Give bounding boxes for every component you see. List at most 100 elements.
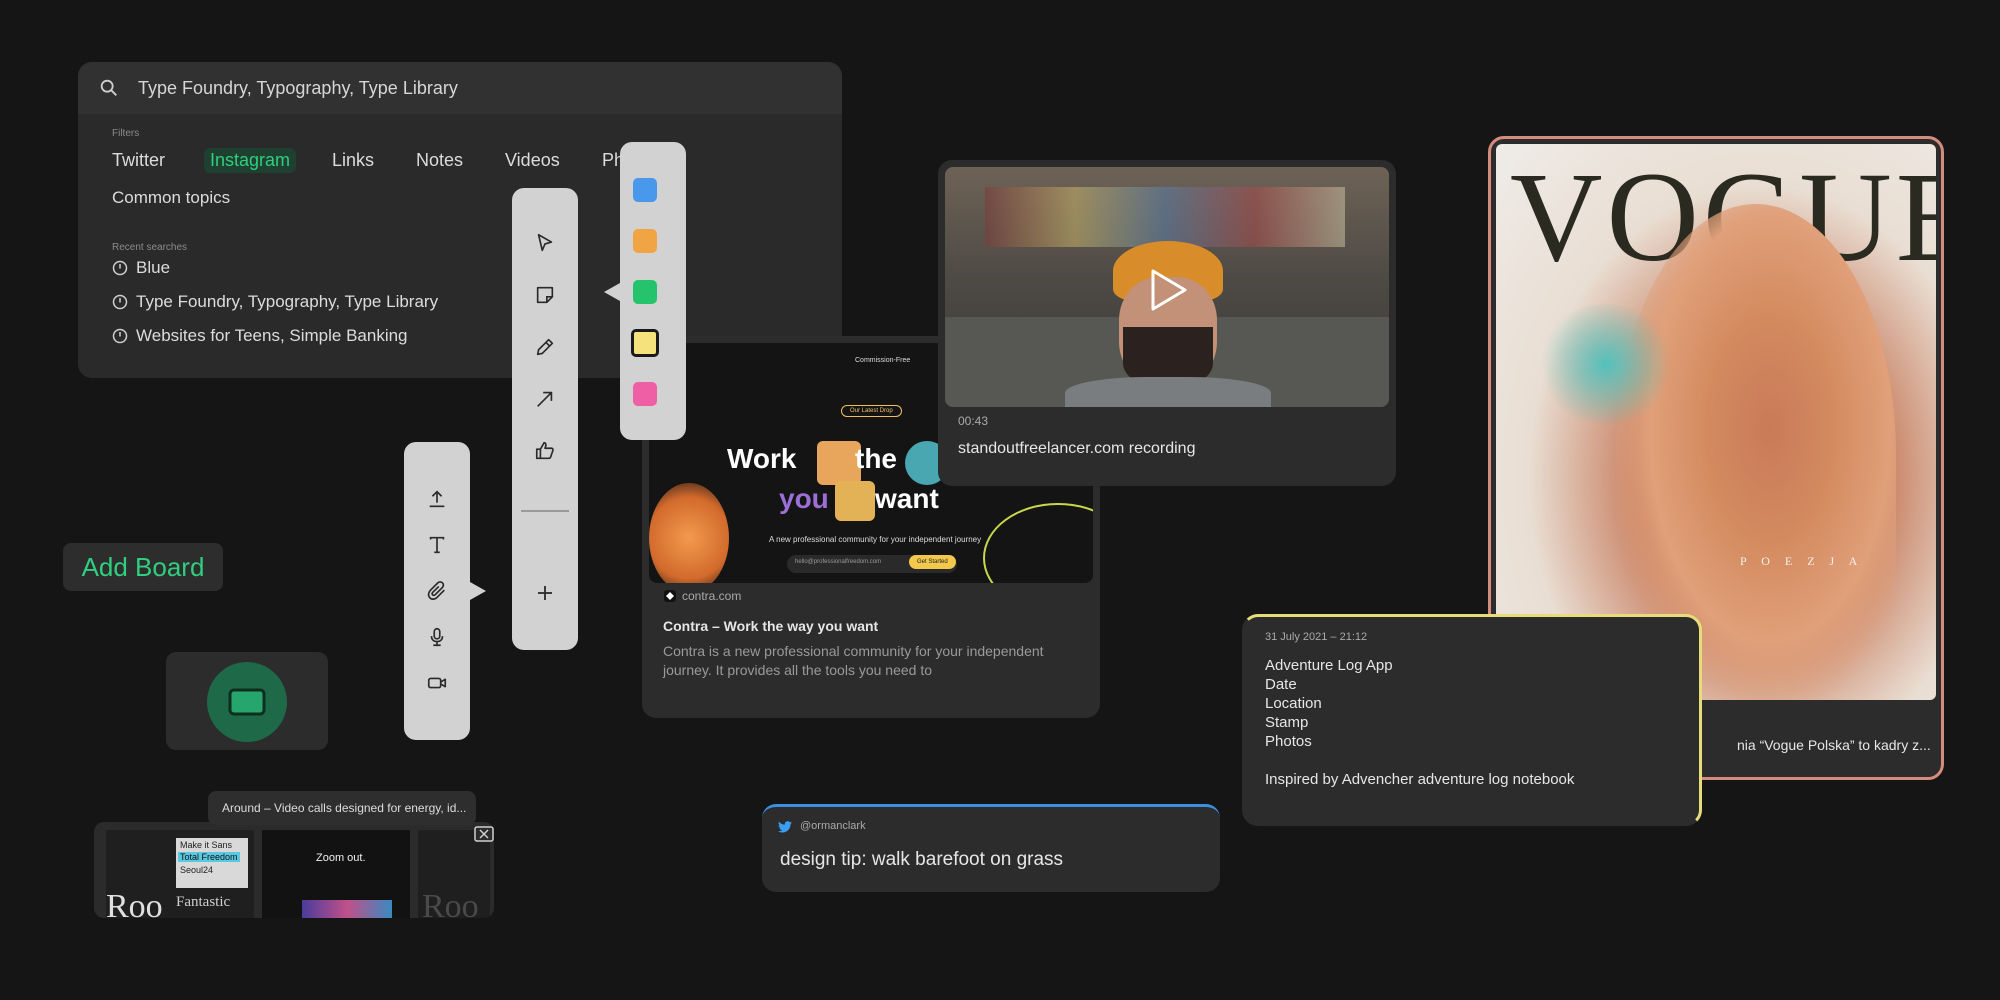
clock-icon (112, 260, 128, 276)
video-card[interactable]: 00:43 standoutfreelancer.com recording (938, 160, 1396, 486)
shirt (1065, 377, 1271, 407)
contra-headline-work: Work (727, 443, 797, 474)
recent-search-item[interactable]: Type Foundry, Typography, Type Library (112, 292, 438, 312)
sticky-note-icon (536, 286, 554, 304)
paperclip-icon (427, 581, 445, 600)
pencil-tool[interactable] (532, 334, 558, 360)
contra-headline-you: you (779, 483, 829, 514)
insert-toolbar (404, 442, 470, 740)
video-call-widget[interactable] (166, 652, 328, 750)
insert-toolbar-pointer (470, 582, 486, 600)
search-input[interactable]: Type Foundry, Typography, Type Library (138, 78, 458, 99)
filter-twitter[interactable]: Twitter (112, 150, 165, 171)
arrow-tool[interactable] (532, 386, 558, 412)
toolbar-divider (521, 510, 569, 512)
pencil-icon (536, 338, 554, 356)
recent-search-label: Type Foundry, Typography, Type Library (136, 292, 439, 311)
avatar (835, 481, 875, 521)
color-swatch-orange[interactable] (633, 229, 657, 253)
contra-headline-the: the (855, 443, 897, 474)
filter-videos[interactable]: Videos (505, 150, 560, 171)
screen-share-icon (228, 688, 266, 716)
video-duration: 00:43 (958, 414, 989, 428)
contra-headline-want: want (875, 483, 939, 514)
recent-search-label: Websites for Teens, Simple Banking (136, 326, 408, 345)
around-thumb-highlight: Total Freedom (178, 852, 240, 862)
around-link-preview[interactable]: Make it Sans Total Freedom Seoul24 Fanta… (94, 822, 494, 918)
around-thumb-3: Roo (418, 830, 490, 918)
contra-nav-item: Commission-Free (855, 357, 911, 364)
contra-subtitle: A new professional community for your in… (769, 535, 982, 544)
upload-tool[interactable] (424, 486, 450, 512)
note-timestamp: 31 July 2021 – 21:12 (1265, 631, 1368, 643)
microphone-icon (430, 627, 444, 647)
note-footer: Inspired by Advencher adventure log note… (1265, 771, 1575, 788)
cursor-icon (537, 233, 553, 252)
color-swatch-yellow-selected[interactable] (631, 329, 659, 357)
common-topics[interactable]: Common topics (112, 188, 230, 208)
arrow-icon (537, 391, 553, 407)
note-card[interactable]: 31 July 2021 – 21:12 Adventure Log App D… (1242, 614, 1702, 826)
contra-cta-button: Get Started (909, 555, 956, 569)
note-line: Adventure Log App (1265, 657, 1393, 674)
color-swatch-pink[interactable] (633, 382, 657, 406)
note-line: Stamp (1265, 714, 1309, 731)
filters-label: Filters (112, 128, 140, 139)
around-thumb-big: Roo (422, 888, 479, 918)
contra-favicon-icon (664, 590, 676, 602)
add-board-button[interactable]: Add Board (63, 543, 223, 591)
clock-icon (112, 294, 128, 310)
around-thumb-bar (302, 900, 392, 918)
around-thumb-box: Make it Sans Total Freedom Seoul24 (176, 838, 248, 888)
teal-accent (1536, 304, 1676, 424)
vogue-caption: nia “Vogue Polska” to kadry z... (1737, 737, 1931, 753)
search-icon (100, 79, 117, 96)
tweet-text: design tip: walk barefoot on grass (780, 849, 1064, 870)
cursor-tool[interactable] (532, 230, 558, 256)
color-swatch-green[interactable] (633, 280, 657, 304)
recent-searches-label: Recent searches (112, 242, 188, 253)
add-tool[interactable] (532, 580, 558, 606)
contra-description: Contra is a new professional community f… (663, 643, 1044, 678)
sticky-note-tool[interactable] (532, 282, 558, 308)
search-panel: Type Foundry, Typography, Type Library F… (78, 62, 842, 378)
contra-email-text: hello@professionalfreedom.com (795, 559, 882, 565)
filter-links[interactable]: Links (332, 150, 374, 171)
note-line: Photos (1265, 733, 1312, 750)
text-icon (429, 536, 445, 554)
around-tooltip: Around – Video calls designed for energy… (208, 791, 476, 825)
play-icon[interactable] (1141, 265, 1191, 315)
close-icon[interactable] (474, 826, 494, 842)
upload-icon (429, 490, 445, 508)
video-camera-icon (427, 677, 447, 689)
recent-search-item[interactable]: Blue (112, 258, 170, 278)
recent-search-item[interactable]: Websites for Teens, Simple Banking (112, 326, 408, 346)
contra-decor-blob (649, 483, 729, 583)
plus-icon (538, 586, 552, 600)
around-thumb-1: Make it Sans Total Freedom Seoul24 Fanta… (106, 830, 254, 918)
search-bar[interactable]: Type Foundry, Typography, Type Library (78, 62, 842, 114)
reaction-tool[interactable] (532, 438, 558, 464)
recent-search-label: Blue (136, 258, 171, 277)
tweet-card[interactable]: @ormanclark design tip: walk barefoot on… (762, 804, 1220, 892)
voice-tool[interactable] (424, 624, 450, 650)
text-tool[interactable] (424, 532, 450, 558)
video-tool[interactable] (424, 670, 450, 696)
contra-decor-ring (983, 503, 1093, 583)
around-thumb-bottom: Fantastic (176, 894, 231, 910)
video-thumbnail[interactable] (945, 167, 1389, 407)
color-swatch-blue[interactable] (633, 178, 657, 202)
note-line: Date (1265, 676, 1297, 693)
note-line: Location (1265, 695, 1322, 712)
around-thumb-big: Roo (106, 888, 163, 918)
attach-tool[interactable] (424, 578, 450, 604)
video-title: standoutfreelancer.com recording (958, 440, 1196, 457)
video-call-button[interactable] (207, 662, 287, 742)
tweet-handle: @ormanclark (800, 820, 866, 832)
filter-instagram[interactable]: Instagram (204, 148, 297, 173)
filter-notes[interactable]: Notes (416, 150, 463, 171)
twitter-icon (778, 821, 792, 833)
main-toolbar (512, 188, 578, 650)
contra-title: Contra – Work the way you want (663, 618, 879, 634)
around-thumb-title: Zoom out. (316, 852, 366, 864)
